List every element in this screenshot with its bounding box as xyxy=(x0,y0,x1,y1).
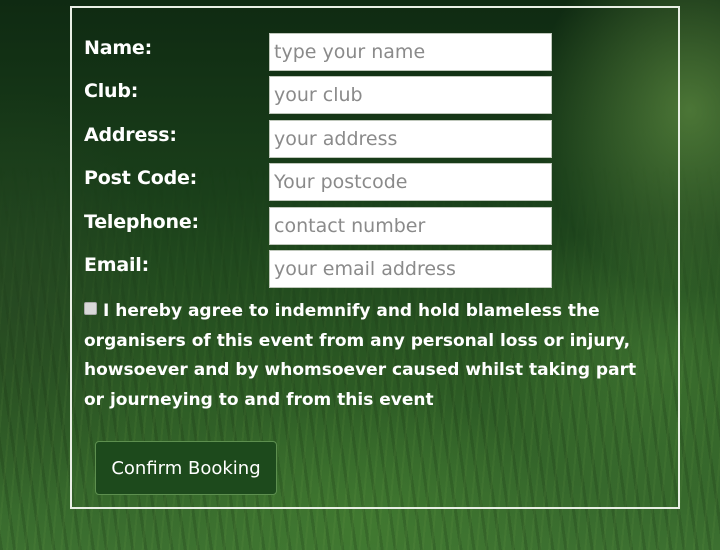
postcode-label: Post Code: xyxy=(84,167,198,189)
confirm-booking-button[interactable]: Confirm Booking xyxy=(95,441,277,495)
telephone-input[interactable] xyxy=(269,207,552,245)
club-input[interactable] xyxy=(269,76,552,114)
indemnity-agreement: I hereby agree to indemnify and hold bla… xyxy=(84,297,644,415)
address-input[interactable] xyxy=(269,120,552,158)
email-label: Email: xyxy=(84,254,150,276)
email-input[interactable] xyxy=(269,250,552,288)
telephone-label: Telephone: xyxy=(84,211,199,233)
club-label: Club: xyxy=(84,80,139,102)
postcode-input[interactable] xyxy=(269,163,552,201)
indemnity-text: I hereby agree to indemnify and hold bla… xyxy=(84,301,637,410)
indemnity-checkbox[interactable] xyxy=(84,302,97,315)
address-label: Address: xyxy=(84,124,177,146)
name-label: Name: xyxy=(84,37,153,59)
name-input[interactable] xyxy=(269,33,552,71)
